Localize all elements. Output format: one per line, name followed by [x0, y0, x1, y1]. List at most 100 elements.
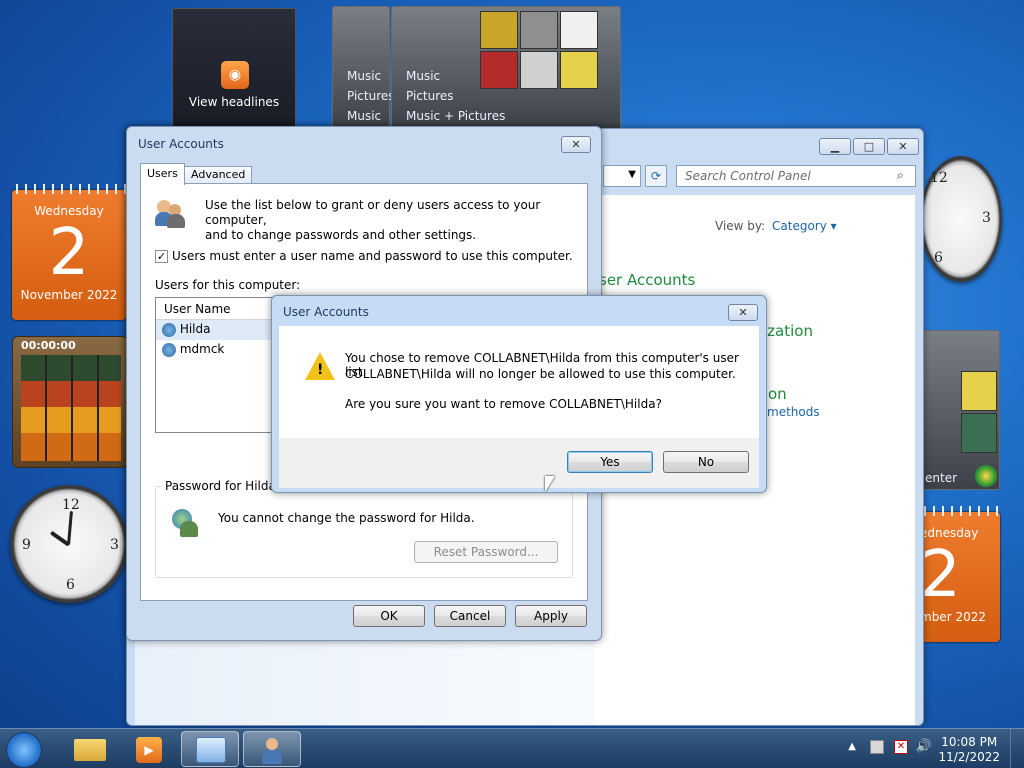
media-label: Music — [347, 109, 382, 123]
calendar-day: 2 — [48, 216, 90, 290]
reset-password-button[interactable]: Reset Password... — [414, 541, 558, 563]
close-button[interactable]: ✕ — [561, 136, 591, 153]
calendar-rings — [12, 184, 126, 194]
user-icon — [162, 342, 176, 357]
dialog-title: User Accounts — [283, 305, 369, 319]
maximize-button[interactable]: □ — [853, 138, 885, 155]
clock-gadget[interactable]: 12 3 6 9 — [10, 485, 128, 603]
picture-puzzle-gadget[interactable]: 00:00:00 — [12, 336, 128, 468]
media-tile — [480, 51, 518, 89]
taskbar-control-panel[interactable] — [181, 731, 239, 767]
password-message: You cannot change the password for Hilda… — [218, 511, 475, 525]
media-label: Music + Pictures — [406, 109, 506, 123]
media-gadget-right[interactable]: enter — [920, 330, 1000, 490]
dialog-body: ! You chose to remove COLLABNET\Hilda fr… — [279, 326, 759, 488]
media-label: Pictures — [347, 89, 395, 103]
show-hidden-icons-icon[interactable]: ▲ — [848, 741, 856, 752]
minimize-button[interactable]: ▁ — [819, 138, 851, 155]
intro-line: Use the list below to grant or deny user… — [205, 198, 541, 227]
view-by-label: View by: — [715, 219, 766, 233]
user-globe-icon — [172, 509, 200, 539]
subcategory-link-methods[interactable]: methods — [767, 405, 820, 419]
media-tile — [520, 11, 558, 49]
puzzle-timer: 00:00:00 — [21, 339, 76, 352]
windows-logo-icon — [975, 465, 997, 487]
clock-date: 11/2/2022 — [938, 750, 1000, 764]
confirm-remove-dialog[interactable]: User Accounts ✕ ! You chose to remove CO… — [271, 295, 767, 493]
no-button[interactable]: No — [663, 451, 749, 473]
puzzle-board[interactable] — [21, 355, 121, 461]
media-label: Music — [406, 69, 441, 83]
dialog-footer: Yes No — [279, 438, 759, 488]
calendar-month: November 2022 — [20, 288, 118, 302]
tab-users[interactable]: Users — [140, 163, 185, 185]
taskbar-explorer[interactable] — [62, 731, 120, 767]
warning-exclamation: ! — [317, 362, 324, 378]
password-group-label: Password for Hilda — [162, 479, 279, 493]
media-player-icon: ▶ — [136, 737, 162, 763]
media-tile — [480, 11, 518, 49]
feed-headlines-gadget[interactable]: ◉ View headlines — [172, 8, 296, 130]
taskbar-clock[interactable]: 10:08 PM 11/2/2022 — [938, 735, 1000, 765]
user-row-hilda[interactable]: Hilda — [156, 320, 272, 340]
media-gadget-large[interactable]: Music Pictures Music + Pictures — [391, 6, 621, 130]
taskbar-media-player[interactable]: ▶ — [122, 731, 180, 767]
show-desktop-button[interactable] — [1010, 729, 1024, 768]
dialog-close-button[interactable]: ✕ — [728, 304, 758, 321]
media-label: Music — [347, 69, 382, 83]
require-password-label: Users must enter a user name and passwor… — [172, 249, 573, 263]
column-header-user-name[interactable]: User Name — [156, 298, 272, 320]
folder-icon — [74, 739, 106, 761]
clock-gadget-right[interactable]: 12 6 3 — [920, 156, 1002, 282]
control-panel-icon — [196, 737, 226, 763]
window-title: User Accounts — [138, 137, 224, 151]
calendar-month: mber 2022 — [920, 610, 986, 624]
users-icon — [155, 198, 187, 228]
media-label: Pictures — [406, 89, 454, 103]
action-center-icon[interactable]: ✕ — [894, 740, 908, 754]
media-tile — [961, 371, 997, 411]
user-row-mdmck[interactable]: mdmck — [156, 340, 272, 360]
network-icon[interactable] — [870, 740, 884, 754]
cancel-button[interactable]: Cancel — [434, 605, 506, 627]
tab-advanced[interactable]: Advanced — [184, 166, 253, 184]
rss-icon: ◉ — [221, 61, 249, 89]
yes-button[interactable]: Yes — [567, 451, 653, 473]
volume-icon[interactable]: 🔊 — [916, 739, 932, 754]
view-by-value: Category — [772, 219, 827, 233]
category-link-personalization[interactable]: ization — [763, 322, 813, 340]
clock-time: 10:08 PM — [941, 735, 998, 749]
user-name: Hilda — [179, 322, 211, 336]
user-name: mdmck — [179, 342, 225, 356]
intro-text: Use the list below to grant or deny user… — [205, 198, 587, 243]
minute-hand — [67, 510, 73, 546]
media-gadget-small[interactable]: Music Pictures Music — [332, 6, 395, 130]
ok-button[interactable]: OK — [353, 605, 425, 627]
calendar-gadget-right[interactable]: ednesday 2 mber 2022 — [920, 506, 1000, 642]
media-tile — [961, 413, 997, 453]
intro-line: and to change passwords and other settin… — [205, 228, 477, 242]
apply-button[interactable]: Apply — [515, 605, 587, 627]
user-icon — [162, 322, 176, 337]
media-tile — [560, 11, 598, 49]
user-accounts-icon — [262, 738, 286, 764]
start-button[interactable] — [6, 732, 42, 768]
taskbar-user-accounts[interactable] — [243, 731, 301, 767]
refresh-icon[interactable]: ⟳ — [645, 165, 667, 187]
mouse-cursor-icon — [545, 476, 555, 492]
category-link-user-accounts[interactable]: ser Accounts — [599, 271, 695, 289]
search-input[interactable]: Search Control Panel — [676, 165, 916, 187]
calendar-day: 2 — [920, 538, 961, 612]
search-icon[interactable]: ⌕ — [897, 168, 904, 183]
users-list[interactable]: User Name Hilda mdmck — [155, 297, 273, 433]
category-link-region[interactable]: on — [768, 385, 787, 403]
feed-label: View headlines — [188, 95, 280, 109]
calendar-gadget[interactable]: Wednesday 2 November 2022 — [12, 184, 126, 320]
view-by-dropdown[interactable]: Category ▾ — [772, 219, 837, 233]
calendar-rings — [920, 506, 1000, 516]
dialog-message-line2: COLLABNET\Hilda will no longer be allowe… — [345, 367, 736, 381]
require-password-checkbox[interactable]: ✓ — [155, 250, 168, 263]
close-button[interactable]: ✕ — [887, 138, 919, 155]
media-label: enter — [925, 471, 958, 485]
address-bar[interactable]: ▼ — [603, 165, 641, 187]
